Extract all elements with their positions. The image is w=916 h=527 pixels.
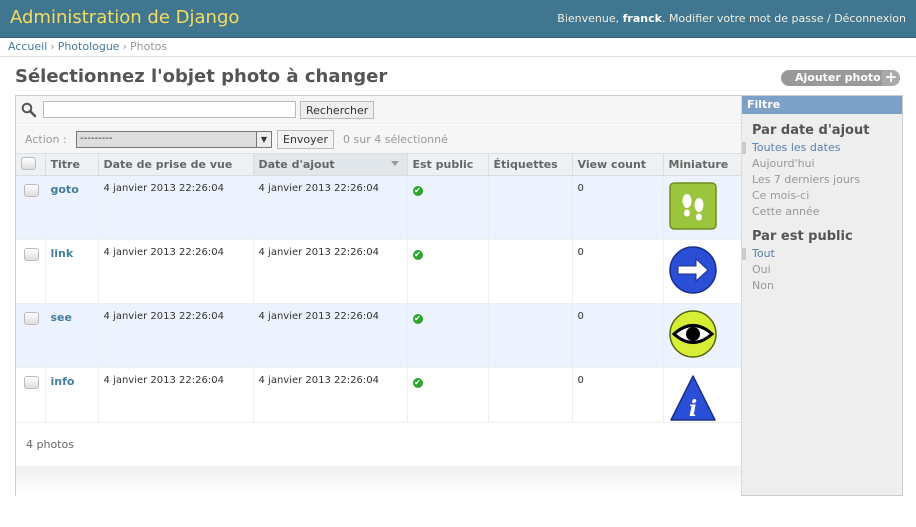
filter-option[interactable]: Ce mois-ci: [752, 188, 902, 204]
date-taken-cell: 4 janvier 2013 22:26:04: [97, 175, 253, 240]
search-toolbar: Rechercher: [16, 96, 741, 124]
sort-descending-icon[interactable]: [390, 161, 399, 166]
check-icon: ✔: [412, 314, 423, 324]
filter-list-public: Tout Oui Non: [742, 246, 902, 294]
table-row: link 4 janvier 2013 22:26:04 4 janvier 2…: [16, 239, 741, 304]
check-icon: ✔: [412, 378, 423, 388]
filter-option[interactable]: Tout: [742, 246, 902, 262]
svg-text:i: i: [688, 396, 696, 422]
table-row: goto 4 janvier 2013 22:26:04 4 janvier 2…: [16, 175, 741, 240]
changelist-footer: [16, 466, 741, 496]
tags-cell: [487, 175, 572, 240]
result-table: Titre Date de prise de vue Date d'ajout …: [16, 154, 741, 432]
arrow-right-icon[interactable]: [668, 245, 718, 295]
photo-title-link[interactable]: goto: [51, 183, 79, 196]
photo-title-link[interactable]: info: [51, 375, 75, 388]
filter-title: Filtre: [742, 96, 902, 114]
view-count-cell: 0: [571, 175, 663, 240]
info-icon[interactable]: i: [668, 373, 718, 423]
column-header[interactable]: Étiquettes: [487, 154, 572, 176]
column-header[interactable]: Est public: [406, 154, 488, 176]
action-label: Action :: [25, 133, 67, 146]
user-tools: Bienvenue, franck. Modifier votre mot de…: [557, 12, 906, 25]
photo-title-link[interactable]: link: [51, 247, 74, 260]
action-go-button[interactable]: Envoyer: [277, 130, 334, 149]
row-checkbox[interactable]: [24, 312, 39, 325]
add-photo-label: Ajouter photo: [795, 71, 881, 84]
date-taken-cell: 4 janvier 2013 22:26:04: [97, 239, 253, 304]
change-password-link[interactable]: Modifier votre mot de passe: [669, 12, 824, 25]
chevron-down-icon: ▼: [256, 132, 271, 147]
action-select-value: ---------: [80, 133, 113, 144]
row-checkbox[interactable]: [24, 184, 39, 197]
user-tools-separator: /: [826, 12, 831, 25]
site-header: Administration de Django Bienvenue, fran…: [0, 0, 916, 38]
paginator: 4 photos: [16, 422, 741, 466]
footprints-icon[interactable]: [668, 181, 718, 231]
changelist: Rechercher Action : --------- ▼ Envoyer …: [15, 95, 903, 496]
filter-option[interactable]: Aujourd'hui: [752, 156, 902, 172]
eye-icon[interactable]: [668, 309, 718, 359]
check-icon: ✔: [412, 186, 423, 196]
view-count-cell: 0: [571, 303, 663, 368]
filter-option[interactable]: Toutes les dates: [742, 140, 902, 156]
logout-link[interactable]: Déconnexion: [834, 12, 906, 25]
row-checkbox[interactable]: [24, 376, 39, 389]
column-header: Miniature: [662, 154, 741, 176]
date-added-cell: 4 janvier 2013 22:26:04: [252, 239, 407, 304]
filter-option[interactable]: Oui: [752, 262, 902, 278]
breadcrumb-separator: ›: [122, 40, 127, 53]
view-count-cell: 0: [571, 239, 663, 304]
tags-cell: [487, 303, 572, 368]
site-name[interactable]: Administration de Django: [10, 7, 239, 28]
column-header[interactable]: View count: [571, 154, 663, 176]
breadcrumb-separator: ›: [50, 40, 55, 53]
select-all-checkbox[interactable]: [21, 157, 36, 170]
plus-icon: +: [882, 70, 900, 86]
username: franck: [622, 12, 662, 25]
date-taken-cell: 4 janvier 2013 22:26:04: [97, 303, 253, 368]
breadcrumb-current: Photos: [129, 40, 168, 53]
tags-cell: [487, 239, 572, 304]
filter-option[interactable]: Cette année: [752, 204, 902, 220]
table-header-row: Titre Date de prise de vue Date d'ajout …: [16, 154, 741, 176]
breadcrumb-home[interactable]: Accueil: [8, 40, 47, 53]
action-counter: 0 sur 4 sélectionné: [343, 133, 448, 146]
filter-option[interactable]: Les 7 derniers jours: [752, 172, 902, 188]
filter-sidebar: Filtre Par date d'ajout Toutes les dates…: [741, 96, 902, 495]
column-header-sorted[interactable]: Date d'ajout: [252, 154, 407, 176]
column-header-label: Date d'ajout: [258, 158, 335, 171]
select-all-header: [16, 154, 45, 176]
column-header[interactable]: Date de prise de vue: [97, 154, 253, 176]
welcome-text: Bienvenue,: [557, 12, 620, 25]
table-row: see 4 janvier 2013 22:26:04 4 janvier 20…: [16, 303, 741, 368]
action-select[interactable]: --------- ▼: [76, 131, 272, 148]
search-button[interactable]: Rechercher: [300, 101, 375, 119]
filter-heading-date: Par date d'ajout: [752, 123, 870, 138]
filter-heading-public: Par est public: [752, 229, 853, 244]
filter-list-date: Toutes les dates Aujourd'hui Les 7 derni…: [742, 140, 902, 220]
photo-title-link[interactable]: see: [51, 311, 72, 324]
column-header[interactable]: Titre: [44, 154, 98, 176]
row-checkbox[interactable]: [24, 248, 39, 261]
search-icon: [21, 102, 37, 118]
search-input[interactable]: [43, 101, 296, 118]
filter-option[interactable]: Non: [752, 278, 902, 294]
breadcrumb: Accueil › Photologue › Photos: [0, 38, 916, 57]
date-added-cell: 4 janvier 2013 22:26:04: [252, 303, 407, 368]
breadcrumb-app[interactable]: Photologue: [58, 40, 120, 53]
add-photo-button[interactable]: Ajouter photo +: [781, 70, 900, 86]
page-title: Sélectionnez l'objet photo à changer: [15, 66, 388, 87]
check-icon: ✔: [412, 250, 423, 260]
actions-bar: Action : --------- ▼ Envoyer 0 sur 4 sél…: [16, 125, 741, 154]
date-added-cell: 4 janvier 2013 22:26:04: [252, 175, 407, 240]
